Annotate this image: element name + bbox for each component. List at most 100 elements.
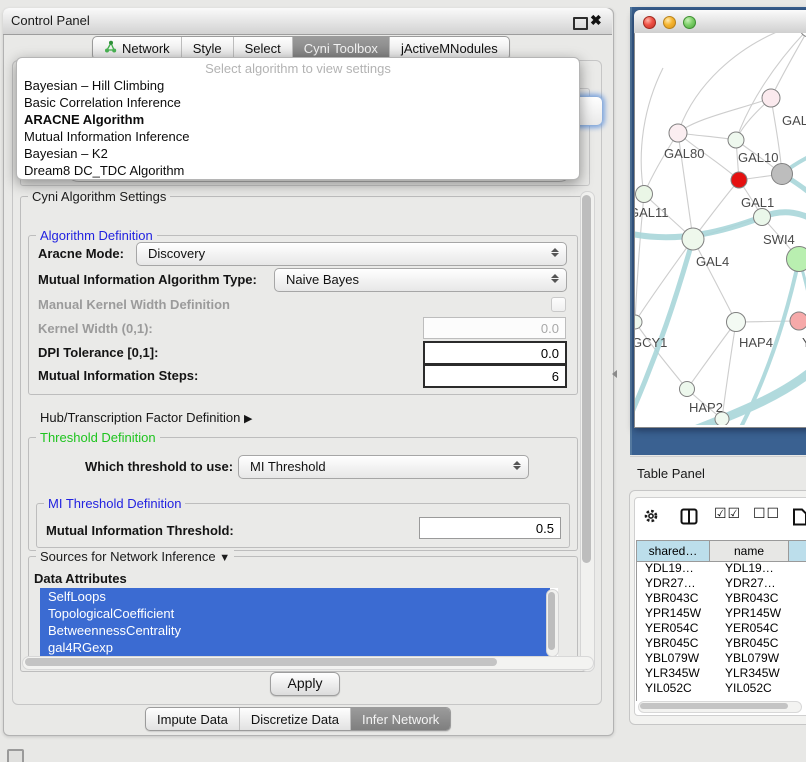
tab-jactivemnodules[interactable]: jActiveMNodules bbox=[389, 37, 509, 59]
data-attribute-item[interactable]: SelfLoops bbox=[40, 588, 550, 605]
tab-network[interactable]: Network bbox=[93, 37, 181, 59]
column-header-name[interactable]: name bbox=[710, 541, 789, 562]
which-threshold-combo[interactable]: MI Threshold bbox=[238, 455, 529, 479]
node-label: GAL1 bbox=[741, 195, 774, 210]
algorithm-option-aracne-algorithm[interactable]: ARACNE Algorithm bbox=[17, 111, 579, 128]
network-node-hap2[interactable] bbox=[680, 382, 695, 397]
table-body: YDL19…YDL19…13YDR27…YDR27…12YBR043CYBR04… bbox=[637, 561, 806, 696]
algorithm-option-bayesian-k2[interactable]: Bayesian – K2 bbox=[17, 145, 579, 162]
table-row[interactable]: YIL052CYIL052C9 bbox=[637, 681, 806, 696]
table-row[interactable]: YPR145WYPR145W9. bbox=[637, 606, 806, 621]
network-node-gcy1[interactable] bbox=[635, 315, 642, 329]
network-node-gal10[interactable] bbox=[728, 132, 744, 148]
table-row[interactable]: YLR345WYLR345W9. bbox=[637, 666, 806, 681]
aracne-mode-combo[interactable]: Discovery bbox=[136, 242, 567, 266]
table-cell: YDR27… bbox=[717, 576, 803, 591]
node-label: HAP2 bbox=[689, 400, 723, 415]
column-header-shared-[interactable]: shared… bbox=[637, 541, 710, 562]
attr-list-scrollbar-thumb[interactable] bbox=[548, 592, 555, 650]
sources-title-text: Sources for Network Inference bbox=[40, 549, 216, 564]
mi-steps-label: Mutual Information Steps: bbox=[38, 368, 198, 383]
data-attribute-item[interactable]: gal4RGexp bbox=[40, 639, 550, 656]
gear-icon[interactable] bbox=[643, 508, 659, 529]
network-node-gal1[interactable] bbox=[731, 172, 747, 188]
apply-button[interactable]: Apply bbox=[270, 672, 340, 696]
dpi-tolerance-field[interactable]: 0.0 bbox=[423, 341, 567, 365]
bottom-tab-impute-data[interactable]: Impute Data bbox=[146, 708, 239, 730]
network-node[interactable] bbox=[772, 164, 793, 185]
table-cell: YBR045C bbox=[637, 636, 717, 651]
panel-resize-arrow-icon[interactable] bbox=[612, 370, 617, 378]
network-node-swi4[interactable] bbox=[754, 209, 771, 226]
tab-style[interactable]: Style bbox=[181, 37, 233, 59]
algorithm-option-dream8-dc-tdc-algorithm[interactable]: Dream8 DC_TDC Algorithm bbox=[17, 162, 579, 179]
new-table-icon[interactable] bbox=[792, 508, 806, 531]
control-panel-titlebar bbox=[3, 8, 612, 35]
settings-scrollbar-thumb[interactable] bbox=[582, 195, 591, 563]
cyni-bottom-tabbar: Impute DataDiscretize DataInfer Network bbox=[145, 707, 451, 731]
table-row[interactable]: YBL079WYBL079W bbox=[637, 651, 806, 666]
node-label: HAP4 bbox=[739, 335, 773, 350]
network-node-gal11[interactable] bbox=[636, 186, 653, 203]
window-close-icon[interactable] bbox=[643, 16, 656, 29]
tab-cyni-toolbox[interactable]: Cyni Toolbox bbox=[292, 37, 389, 59]
hub-definition-expander[interactable]: Hub/Transcription Factor Definition ▶ bbox=[40, 410, 252, 425]
node-label: GAL80 bbox=[664, 146, 704, 161]
network-node-gal4[interactable] bbox=[682, 228, 704, 250]
network-canvas[interactable]: GALGAL80GAL10GAL1GAL11SWI4GAL4GCY1HAP4YH… bbox=[635, 33, 806, 425]
table-cell: YPR145W bbox=[717, 606, 803, 621]
column-header-2[interactable] bbox=[789, 541, 806, 562]
tab-label: Style bbox=[193, 41, 222, 56]
algorithm-option-bayesian-hill-climbing[interactable]: Bayesian – Hill Climbing bbox=[17, 77, 579, 94]
settings-hscrollbar-thumb[interactable] bbox=[25, 658, 497, 666]
network-window-titlebar bbox=[634, 10, 806, 34]
data-attribute-item[interactable]: TopologicalCoefficient bbox=[40, 605, 550, 622]
bottom-tab-infer-network[interactable]: Infer Network bbox=[350, 708, 450, 730]
table-hscrollbar-thumb[interactable] bbox=[640, 703, 788, 709]
minimized-panel-icon[interactable] bbox=[7, 749, 24, 762]
kernel-width-label: Kernel Width (0,1): bbox=[38, 321, 153, 336]
algorithm-dropdown-popup: Select algorithm to view settings Bayesi… bbox=[16, 57, 580, 180]
which-threshold-label: Which threshold to use: bbox=[85, 459, 233, 474]
network-node-y[interactable] bbox=[790, 312, 806, 330]
mi-steps-field[interactable]: 6 bbox=[423, 364, 567, 388]
table-row[interactable]: YBR043CYBR043C bbox=[637, 591, 806, 606]
dpi-tolerance-value: 0.0 bbox=[541, 346, 559, 361]
table-cell: YBL079W bbox=[717, 651, 803, 666]
table-cell: YBR043C bbox=[637, 591, 717, 606]
combo-arrows-icon bbox=[551, 273, 559, 284]
combo-arrows-icon bbox=[513, 460, 521, 471]
data-attributes-list: SelfLoopsTopologicalCoefficientBetweenne… bbox=[40, 588, 558, 656]
expander-down-icon[interactable]: ▼ bbox=[219, 552, 230, 564]
table-cell: YBR045C bbox=[717, 636, 803, 651]
algorithm-option-mutual-information-inference[interactable]: Mutual Information Inference bbox=[17, 128, 579, 145]
deselect-all-checkboxes-icon[interactable]: ☐☐ bbox=[753, 506, 780, 522]
columns-icon[interactable] bbox=[680, 508, 698, 530]
float-window-icon[interactable] bbox=[573, 17, 588, 30]
data-attribute-item[interactable]: BetweennessCentrality bbox=[40, 622, 550, 639]
kernel-width-field[interactable]: 0.0 bbox=[423, 317, 566, 339]
network-node-gal[interactable] bbox=[762, 89, 780, 107]
table-cell: YLR345W bbox=[717, 666, 803, 681]
mi-threshold-field[interactable]: 0.5 bbox=[419, 517, 561, 539]
select-all-checkboxes-icon[interactable]: ☑☑ bbox=[714, 506, 741, 522]
network-node[interactable] bbox=[787, 247, 806, 272]
network-node-gal80[interactable] bbox=[669, 124, 687, 142]
table-row[interactable]: YDR27…YDR27…12 bbox=[637, 576, 806, 591]
table-row[interactable]: YDL19…YDL19…13 bbox=[637, 561, 806, 576]
manual-kernel-checkbox[interactable] bbox=[551, 297, 566, 312]
mi-threshold-group-title: MI Threshold Definition bbox=[44, 496, 185, 511]
table-row[interactable]: YBR045CYBR045C9. bbox=[637, 636, 806, 651]
bottom-tab-discretize-data[interactable]: Discretize Data bbox=[239, 708, 350, 730]
tab-select[interactable]: Select bbox=[233, 37, 292, 59]
node-label: GAL bbox=[782, 113, 806, 128]
algorithm-option-basic-correlation-inference[interactable]: Basic Correlation Inference bbox=[17, 94, 579, 111]
mi-type-combo[interactable]: Naive Bayes bbox=[274, 268, 567, 292]
window-zoom-icon[interactable] bbox=[683, 16, 696, 29]
tab-label: Select bbox=[245, 41, 281, 56]
node-table[interactable]: shared…name YDL19…YDL19…13YDR27…YDR27…12… bbox=[636, 540, 806, 701]
close-icon[interactable]: ✖ bbox=[590, 12, 602, 29]
network-node-hap4[interactable] bbox=[727, 313, 746, 332]
window-minimize-icon[interactable] bbox=[663, 16, 676, 29]
table-row[interactable]: YER054CYER054C8. bbox=[637, 621, 806, 636]
